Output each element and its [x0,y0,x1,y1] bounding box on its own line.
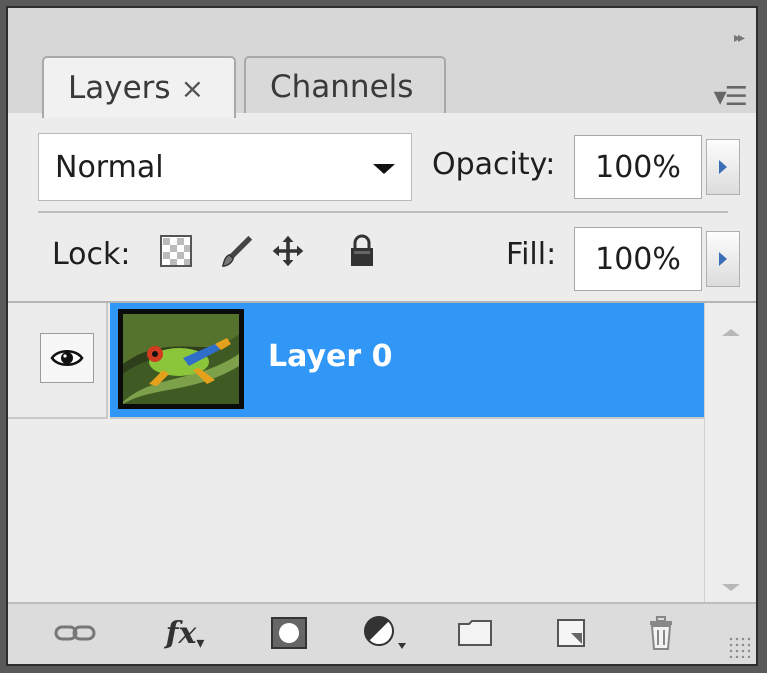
lock-label: Lock: [52,237,131,272]
divider [38,211,728,213]
delete-layer-icon[interactable] [638,612,684,654]
collapse-icon[interactable]: ▸▸ [734,30,745,46]
opacity-slider-button[interactable] [706,139,740,195]
tab-layers[interactable]: Layers × [42,56,236,118]
visibility-cell[interactable] [8,303,108,419]
eye-icon[interactable] [40,333,94,383]
link-layers-icon[interactable] [52,612,98,654]
layers-panel: ▸▸ Layers × Channels ▾☰ Normal Opacity: … [6,6,758,666]
opacity-field[interactable]: 100% [574,135,702,199]
chevron-down-icon [373,164,395,174]
resize-grip-icon[interactable] [728,636,750,658]
panel-tab-strip: ▸▸ Layers × Channels ▾☰ [8,8,756,118]
tab-channels-label: Channels [270,69,414,105]
close-icon[interactable]: × [181,72,204,105]
layer-mask-icon[interactable] [266,612,312,654]
fx-icon[interactable]: fx ▾ [162,612,208,654]
new-group-icon[interactable] [452,612,498,654]
fill-label: Fill: [506,237,557,272]
tab-channels[interactable]: Channels [244,56,446,116]
panel-footer-toolbar: fx ▾ [8,602,756,664]
lock-image-pixels-icon[interactable] [220,231,256,271]
lock-position-icon[interactable] [270,231,306,271]
opacity-value: 100% [595,149,681,185]
adjustment-layer-icon[interactable] [362,612,408,654]
layer-selected-highlight[interactable]: Layer 0 [110,303,706,419]
tab-layers-label: Layers [68,70,171,106]
layer-name[interactable]: Layer 0 [268,339,392,374]
chevron-right-icon [719,160,727,174]
scroll-up-icon[interactable] [722,329,740,336]
layers-list: Layer 0 [8,301,756,613]
blend-mode-select[interactable]: Normal [38,133,412,201]
scrollbar[interactable] [704,303,756,613]
lock-transparent-pixels-icon[interactable] [158,231,194,271]
panel-content: Normal Opacity: 100% Lock: Fill: 100% La… [8,113,756,664]
fill-field[interactable]: 100% [574,227,702,291]
opacity-label: Opacity: [432,147,556,182]
lock-all-icon[interactable] [344,231,380,271]
fill-value: 100% [595,241,681,277]
layer-row[interactable]: Layer 0 [8,303,706,419]
scroll-down-icon[interactable] [722,584,740,591]
fill-slider-button[interactable] [706,231,740,287]
blend-mode-value: Normal [55,149,164,185]
panel-menu-icon[interactable]: ▾☰ [714,82,748,112]
layer-thumbnail [118,309,244,409]
chevron-right-icon [719,252,727,266]
new-layer-icon[interactable] [548,612,594,654]
